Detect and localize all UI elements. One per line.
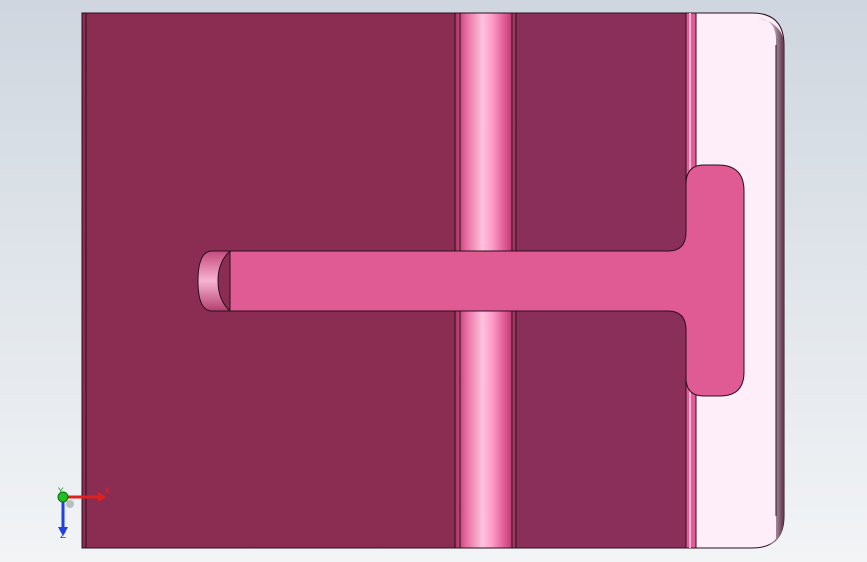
model-view[interactable]	[0, 0, 867, 562]
x-axis-label: X	[104, 487, 111, 497]
triad-origin-shadow	[66, 500, 74, 508]
z-axis-label: Z	[60, 531, 67, 541]
graphics-viewport[interactable]: X Y Z	[0, 0, 867, 562]
y-axis-label: Y	[58, 487, 64, 497]
